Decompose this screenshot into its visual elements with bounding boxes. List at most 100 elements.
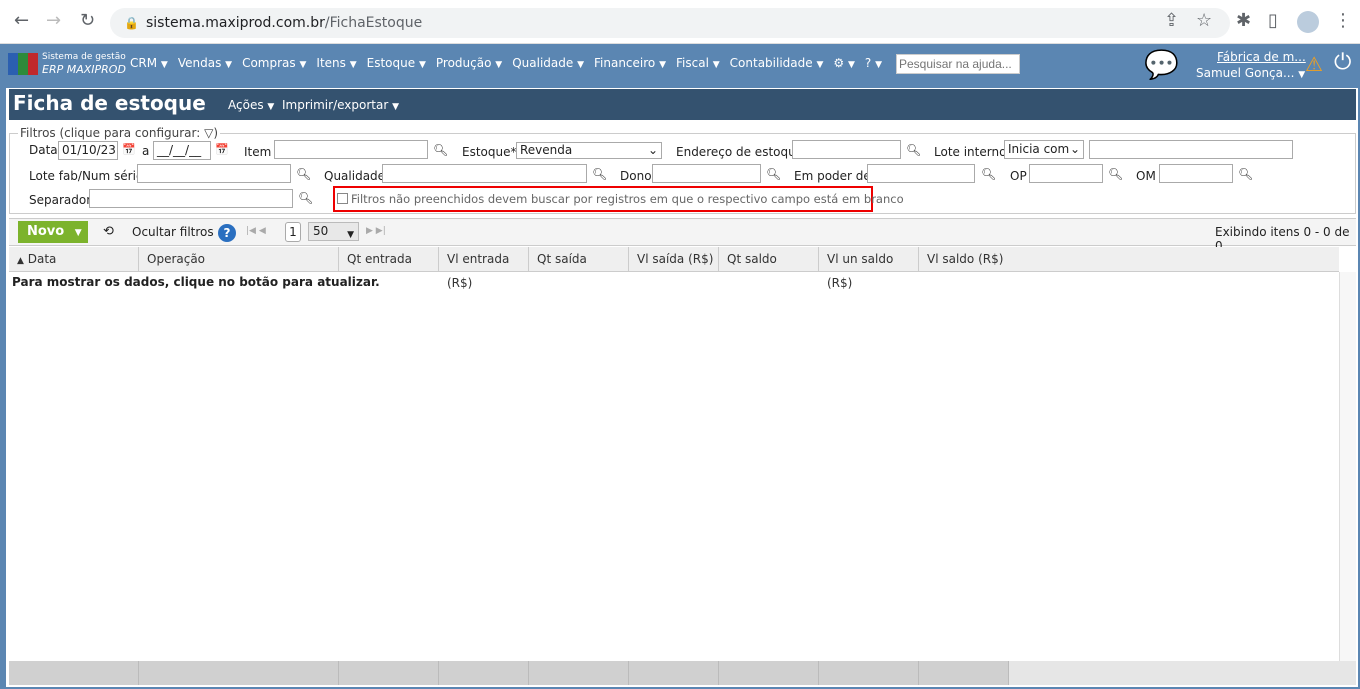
col-data[interactable]: ▲ Data: [9, 247, 139, 272]
page-title: Ficha de estoque: [13, 91, 206, 115]
chat-icon[interactable]: 💬: [1144, 48, 1179, 81]
url-host: sistema.maxiprod.com.br: [146, 15, 325, 31]
next-page-icon[interactable]: ▶ ▶|: [366, 226, 386, 236]
dono-input[interactable]: [652, 164, 761, 183]
help-search-input[interactable]: [896, 54, 1020, 74]
item-label: Item: [244, 145, 272, 159]
item-input[interactable]: [274, 140, 428, 159]
menu-icon[interactable]: ⋮: [1334, 10, 1352, 31]
avatar[interactable]: [1297, 11, 1319, 33]
em-poder-label: Em poder de: [794, 169, 871, 183]
search-icon[interactable]: 🔍︎: [906, 143, 921, 157]
menu-compras[interactable]: Compras ▼: [242, 56, 306, 70]
endereco-input[interactable]: [792, 140, 901, 159]
search-icon[interactable]: 🔍︎: [592, 167, 607, 181]
endereco-label: Endereço de estoque: [676, 145, 804, 159]
dono-label: Dono: [620, 169, 652, 183]
gear-icon[interactable]: ⚙ ▼: [833, 56, 855, 70]
om-input[interactable]: [1159, 164, 1233, 183]
reload-icon[interactable]: ↻: [80, 10, 95, 31]
company-link[interactable]: Fábrica de m...: [1217, 50, 1306, 64]
calendar-icon[interactable]: 📅: [215, 143, 229, 156]
search-icon[interactable]: 🔍︎: [296, 167, 311, 181]
help-icon[interactable]: ? ▼: [865, 56, 882, 70]
first-page-icon[interactable]: |◀ ◀: [246, 226, 266, 236]
col-qt-entrada[interactable]: Qt entrada: [339, 247, 439, 272]
print-export-menu[interactable]: Imprimir/exportar ▼: [282, 98, 399, 112]
op-label: OP: [1010, 169, 1027, 183]
calendar-icon[interactable]: 📅: [122, 143, 136, 156]
title-bar: [9, 89, 1356, 120]
menu-producao[interactable]: Produção ▼: [436, 56, 502, 70]
url-path: /FichaEstoque: [324, 15, 423, 31]
page-input[interactable]: 1: [285, 222, 301, 242]
actions-menu[interactable]: Ações ▼: [228, 98, 274, 112]
lote-interno-label: Lote interno: [934, 145, 1007, 159]
blank-filters-label[interactable]: Filtros não preenchidos devem buscar por…: [351, 192, 904, 206]
page-size-select[interactable]: 50 ▼: [308, 222, 359, 241]
op-input[interactable]: [1029, 164, 1103, 183]
search-icon[interactable]: 🔍︎: [1238, 167, 1253, 181]
search-icon[interactable]: 🔍︎: [981, 167, 996, 181]
grid-header: ▲ Data Operação Qt entrada Vl entrada (R…: [9, 247, 1339, 290]
new-button[interactable]: Novo ▼: [18, 221, 88, 243]
estoque-select[interactable]: Revenda ⌄: [516, 142, 662, 159]
col-vl-saida[interactable]: Vl saída (R$): [629, 247, 719, 272]
separador-input[interactable]: [89, 189, 293, 208]
menu-contabilidade[interactable]: Contabilidade ▼: [730, 56, 824, 70]
data-label: Data: [29, 143, 58, 157]
star-icon[interactable]: ☆: [1196, 10, 1212, 31]
menu-estoque[interactable]: Estoque ▼: [367, 56, 426, 70]
estoque-label: Estoque*: [462, 145, 517, 159]
data-to-input[interactable]: __/__/__: [153, 141, 211, 160]
col-operacao[interactable]: Operação: [139, 247, 339, 272]
extensions-icon[interactable]: ✱: [1236, 10, 1251, 31]
lote-interno-input[interactable]: [1089, 140, 1293, 159]
share-icon[interactable]: ⇪: [1164, 10, 1179, 31]
menu-financeiro[interactable]: Financeiro ▼: [594, 56, 666, 70]
lote-interno-mode-select[interactable]: Inicia com ⌄: [1004, 140, 1084, 159]
qualidade-input[interactable]: [382, 164, 587, 183]
main-menu: CRM ▼ Vendas ▼ Compras ▼ Itens ▼ Estoque…: [130, 56, 882, 70]
warning-icon[interactable]: ⚠: [1305, 52, 1323, 76]
menu-vendas[interactable]: Vendas ▼: [178, 56, 232, 70]
filter-icon: ▽: [204, 126, 214, 140]
data-to-label: a: [142, 144, 150, 158]
col-qt-saldo[interactable]: Qt saldo: [719, 247, 819, 272]
lote-fab-label: Lote fab/Num série: [29, 169, 144, 183]
col-vl-entrada[interactable]: Vl entrada (R$): [439, 247, 529, 290]
col-qt-saida[interactable]: Qt saída: [529, 247, 629, 272]
lote-fab-input[interactable]: [137, 164, 291, 183]
menu-crm[interactable]: CRM ▼: [130, 56, 168, 70]
search-icon[interactable]: 🔍︎: [1108, 167, 1123, 181]
lock-icon: 🔒: [124, 16, 139, 30]
vertical-scrollbar[interactable]: [1339, 272, 1356, 661]
col-vl-saldo[interactable]: Vl saldo (R$): [919, 247, 1339, 272]
col-vl-un-saldo[interactable]: Vl un saldo (R$): [819, 247, 919, 290]
qualidade-label: Qualidade: [324, 169, 386, 183]
menu-qualidade[interactable]: Qualidade ▼: [512, 56, 584, 70]
grid-footer: [9, 661, 1356, 685]
help-icon[interactable]: ?: [218, 224, 236, 242]
hide-filters-button[interactable]: Ocultar filtros: [132, 225, 214, 239]
em-poder-input[interactable]: [867, 164, 975, 183]
logo-line1: Sistema de gestão: [42, 52, 126, 62]
refresh-icon[interactable]: ⟲: [103, 224, 114, 239]
search-icon[interactable]: 🔍︎: [433, 143, 448, 157]
user-menu[interactable]: Samuel Gonça... ▼: [1196, 66, 1305, 80]
logo-line2: ERP MAXIPROD: [42, 63, 126, 76]
blank-filters-checkbox[interactable]: [337, 193, 348, 204]
search-icon[interactable]: 🔍︎: [766, 167, 781, 181]
forward-icon[interactable]: →: [46, 10, 61, 31]
address-bar[interactable]: 🔒 sistema.maxiprod.com.br/FichaEstoque: [110, 8, 1230, 38]
menu-itens[interactable]: Itens ▼: [316, 56, 356, 70]
power-icon[interactable]: ⏻: [1334, 50, 1351, 75]
menu-fiscal[interactable]: Fiscal ▼: [676, 56, 720, 70]
data-from-input[interactable]: 01/10/23: [58, 141, 118, 160]
filters-legend[interactable]: Filtros (clique para configurar: ▽): [18, 126, 220, 140]
empty-message: Para mostrar os dados, clique no botão p…: [12, 275, 380, 289]
om-label: OM: [1136, 169, 1156, 183]
back-icon[interactable]: ←: [14, 10, 29, 31]
sidepanel-icon[interactable]: ▯: [1268, 10, 1278, 31]
search-icon[interactable]: 🔍︎: [298, 191, 313, 205]
